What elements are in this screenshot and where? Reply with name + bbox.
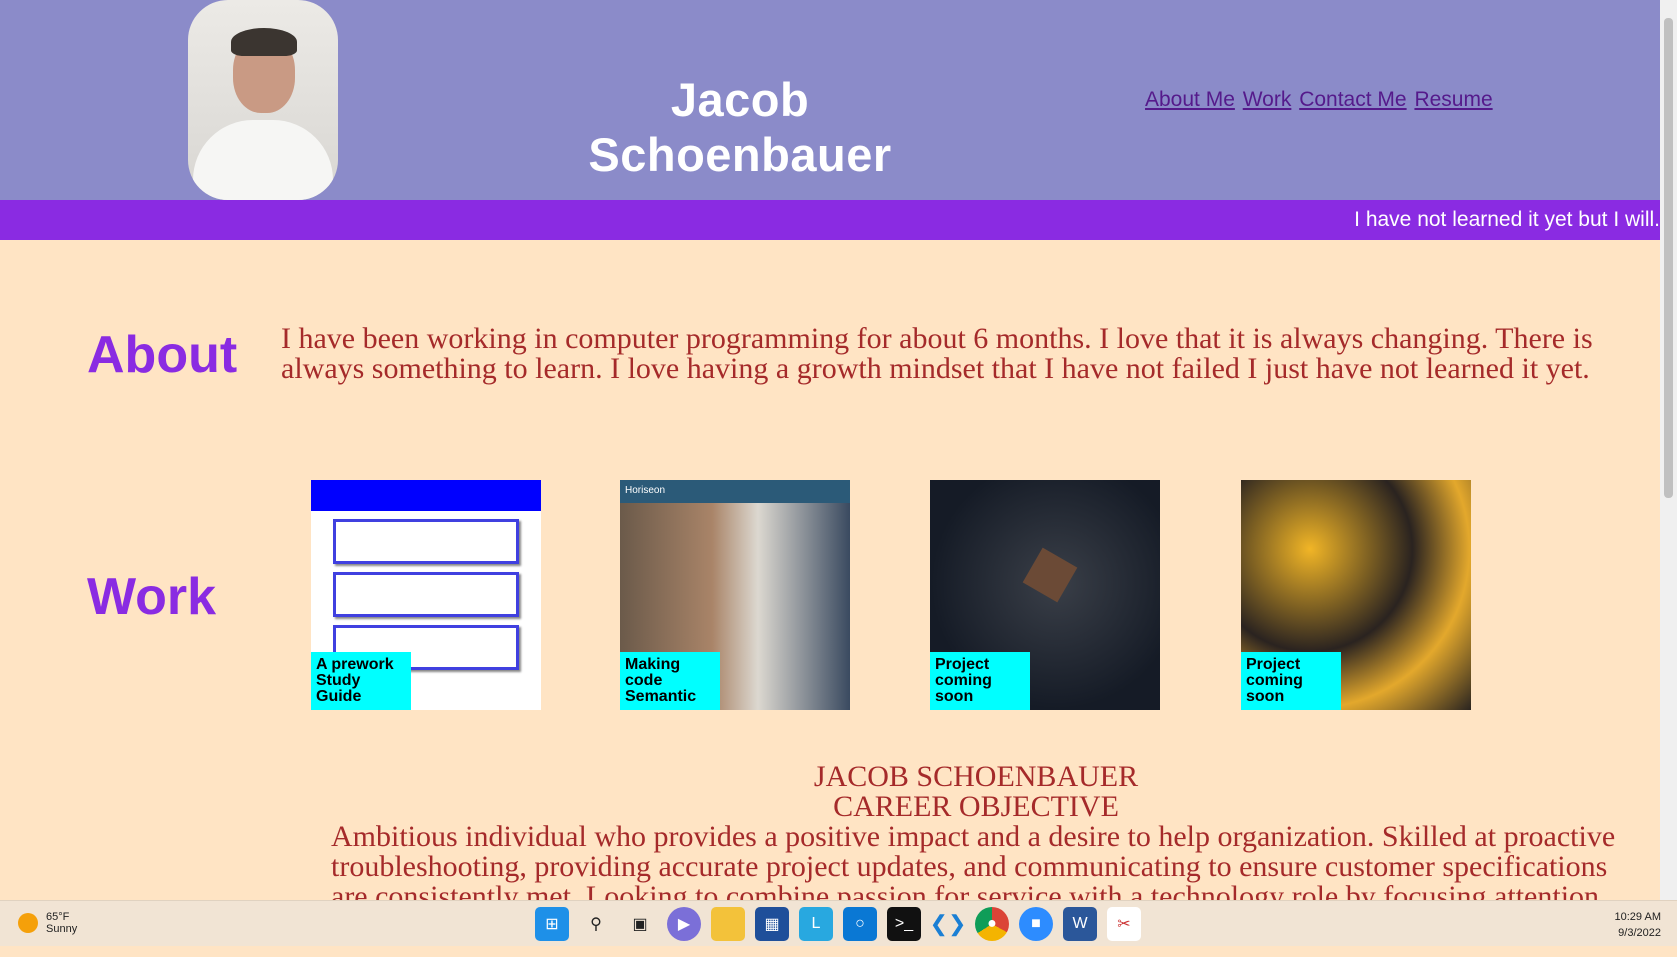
profile-photo bbox=[188, 0, 338, 200]
work-card-semantic[interactable]: Horiseon Making code Semantic bbox=[620, 480, 850, 710]
work-card-label: A prework Study Guide bbox=[311, 652, 411, 710]
app-l-icon[interactable]: L bbox=[799, 907, 833, 941]
date: 9/3/2022 bbox=[1618, 927, 1661, 939]
taskbar: 65°F Sunny ⊞ ⚲ ▣ ▶ ▦ L ○ >_ ❮❯ ● ■ W ✂ 10… bbox=[0, 900, 1677, 946]
work-card-label: Project coming soon bbox=[1241, 652, 1341, 710]
microsoft-store-icon[interactable]: ▦ bbox=[755, 907, 789, 941]
teams-chat-icon[interactable]: ▶ bbox=[667, 907, 701, 941]
work-card-coming-soon-1[interactable]: Project coming soon bbox=[930, 480, 1160, 710]
snipping-tool-icon[interactable]: ✂ bbox=[1107, 907, 1141, 941]
file-explorer-icon[interactable] bbox=[711, 907, 745, 941]
marquee-banner: I have not learned it yet but I will. bbox=[0, 200, 1660, 240]
vscode-icon[interactable]: ❮❯ bbox=[930, 907, 967, 941]
weather-condition: Sunny bbox=[46, 923, 78, 935]
search-icon[interactable]: ⚲ bbox=[579, 907, 613, 941]
chrome-icon[interactable]: ● bbox=[975, 907, 1009, 941]
about-heading: About bbox=[87, 326, 238, 384]
task-view-icon[interactable]: ▣ bbox=[623, 907, 657, 941]
work-card-label: Project coming soon bbox=[930, 652, 1030, 710]
sun-icon bbox=[18, 913, 38, 933]
terminal-icon[interactable]: >_ bbox=[887, 907, 921, 941]
scrollbar[interactable] bbox=[1660, 0, 1677, 900]
nav-contact-me[interactable]: Contact Me bbox=[1299, 88, 1406, 111]
nav-about-me[interactable]: About Me bbox=[1145, 88, 1235, 111]
temperature: 65°F bbox=[46, 911, 70, 923]
work-card-label: Making code Semantic bbox=[620, 652, 720, 710]
about-text: I have been working in computer programm… bbox=[281, 322, 1593, 385]
zoom-icon[interactable]: ■ bbox=[1019, 907, 1053, 941]
work-heading: Work bbox=[87, 568, 217, 626]
career-title: CAREER OBJECTIVE bbox=[833, 790, 1119, 823]
site-title: Jacob Schoenbauer bbox=[588, 73, 892, 181]
scrollbar-thumb[interactable] bbox=[1664, 18, 1673, 498]
weather-widget[interactable]: 65°F Sunny bbox=[18, 911, 77, 935]
word-icon[interactable]: W bbox=[1063, 907, 1097, 941]
windows-start-icon[interactable]: ⊞ bbox=[535, 907, 569, 941]
career-name: JACOB SCHOENBAUER bbox=[813, 760, 1139, 793]
work-card-coming-soon-2[interactable]: Project coming soon bbox=[1241, 480, 1471, 710]
work-card-study-guide[interactable]: A prework Study Guide bbox=[311, 480, 541, 710]
main-nav: About Me Work Contact Me Resume bbox=[1145, 88, 1495, 112]
site-header: Jacob Schoenbauer About Me Work Contact … bbox=[0, 0, 1660, 200]
nav-work[interactable]: Work bbox=[1243, 88, 1292, 111]
time: 10:29 AM bbox=[1614, 911, 1661, 923]
clock[interactable]: 10:29 AM 9/3/2022 bbox=[1615, 909, 1661, 941]
thumb-title: Horiseon bbox=[620, 480, 850, 503]
cortana-icon[interactable]: ○ bbox=[843, 907, 877, 941]
nav-resume[interactable]: Resume bbox=[1414, 88, 1492, 111]
